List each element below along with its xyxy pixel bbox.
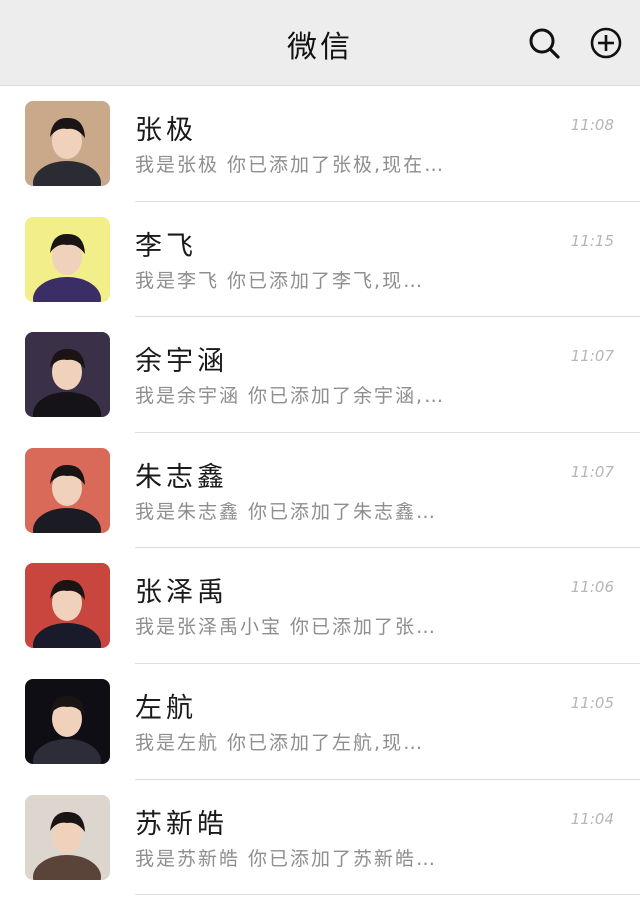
chat-row[interactable]: 朱志鑫 11:07 我是朱志鑫 你已添加了朱志鑫… <box>0 432 640 549</box>
message-time: 11:04 <box>570 809 614 828</box>
contact-name: 左航 <box>135 692 197 724</box>
contact-name: 朱志鑫 <box>135 461 228 493</box>
message-time: 11:07 <box>570 462 614 481</box>
avatar[interactable] <box>25 216 110 302</box>
message-preview: 我是朱志鑫 你已添加了朱志鑫… <box>135 500 438 523</box>
contact-name: 张泽禹 <box>135 577 228 609</box>
divider <box>135 894 640 896</box>
message-time: 11:15 <box>570 231 614 250</box>
message-time: 11:07 <box>570 347 614 366</box>
chat-row[interactable]: 左航 11:05 我是左航 你已添加了左航,现… <box>0 663 640 780</box>
message-preview: 我是张极 你已添加了张极,现在… <box>135 154 446 176</box>
message-preview: 我是余宇涵 你已添加了余宇涵,… <box>135 385 446 408</box>
message-preview: 我是李飞 你已添加了李飞,现… <box>135 269 425 292</box>
chat-row[interactable]: 张极 11:08 我是张极 你已添加了张极,现在… <box>0 86 640 202</box>
contact-name: 余宇涵 <box>135 346 228 378</box>
avatar[interactable] <box>25 794 110 880</box>
avatar[interactable] <box>25 447 110 533</box>
message-time: 11:06 <box>570 578 614 597</box>
avatar[interactable] <box>25 563 110 649</box>
plus-circle-icon[interactable] <box>588 25 624 61</box>
contact-name: 李飞 <box>135 230 197 262</box>
contact-name: 苏新皓 <box>135 808 228 840</box>
chat-row[interactable]: 张泽禹 11:06 我是张泽禹小宝 你已添加了张… <box>0 548 640 664</box>
chat-row[interactable]: 李飞 11:15 我是李飞 你已添加了李飞,现… <box>0 201 640 318</box>
contact-name: 张极 <box>135 115 197 146</box>
message-preview: 我是左航 你已添加了左航,现… <box>135 731 425 754</box>
avatar[interactable] <box>25 678 110 764</box>
message-preview: 我是苏新皓 你已添加了苏新皓… <box>135 847 438 870</box>
chat-row[interactable]: 苏新皓 11:04 我是苏新皓 你已添加了苏新皓… <box>0 779 640 896</box>
chat-list: 张极 11:08 我是张极 你已添加了张极,现在… 李飞 11:15 我是李飞 … <box>0 86 640 896</box>
chat-row[interactable]: 余宇涵 11:07 我是余宇涵 你已添加了余宇涵,… <box>0 317 640 433</box>
message-preview: 我是张泽禹小宝 你已添加了张… <box>135 616 438 639</box>
avatar[interactable] <box>25 332 110 418</box>
search-icon[interactable] <box>526 25 562 61</box>
message-time: 11:05 <box>570 693 614 712</box>
message-time: 11:08 <box>570 116 614 134</box>
avatar[interactable] <box>25 101 110 186</box>
top-nav-bar: 微信 <box>0 0 640 86</box>
